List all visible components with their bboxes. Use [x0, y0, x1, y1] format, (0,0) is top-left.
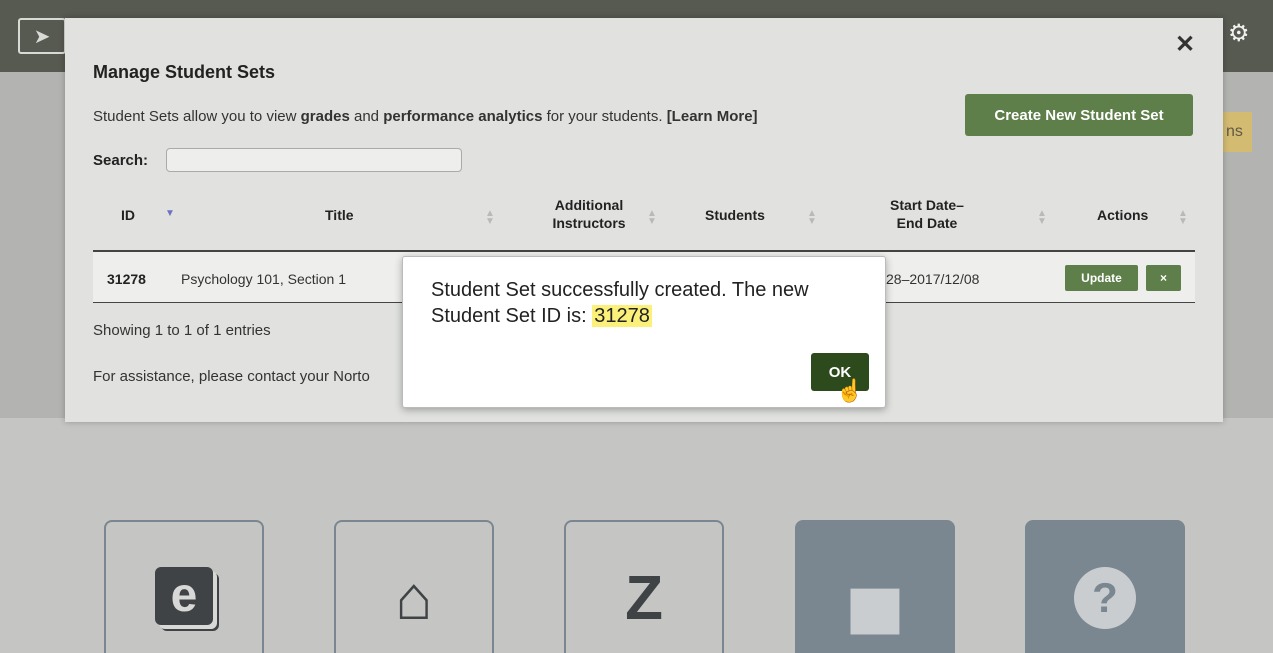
sort-icon[interactable]: ▲ ▼	[1178, 209, 1188, 227]
tile-robot[interactable]: ⌂	[334, 520, 494, 653]
hand-cursor-icon: ☝	[836, 378, 864, 403]
search-input[interactable]	[166, 148, 462, 172]
column-header-additional-instructors[interactable]: Additional Instructors	[539, 196, 639, 232]
column-header-dates[interactable]: Start Date– End Date	[877, 196, 977, 232]
robot-icon: ⌂	[395, 564, 433, 633]
ebook-icon: e	[155, 567, 213, 625]
close-icon[interactable]: ✕	[1175, 30, 1195, 59]
modal-title: Manage Student Sets	[93, 62, 276, 82]
z-logo-icon: Z	[625, 564, 663, 633]
cell-title: Psychology 101, Section 1	[181, 271, 346, 287]
cell-dates: 28–2017/12/08	[886, 271, 980, 287]
column-header-actions[interactable]: Actions	[1097, 206, 1148, 224]
column-header-id[interactable]: ID	[121, 206, 135, 224]
new-set-id: 31278	[592, 305, 652, 327]
column-header-students[interactable]: Students	[705, 206, 765, 224]
sort-icon[interactable]: ▲ ▼	[1037, 209, 1047, 227]
sort-icon[interactable]: ▲ ▼	[807, 209, 817, 227]
entries-count: Showing 1 to 1 of 1 entries	[93, 322, 271, 339]
delete-button[interactable]: ×	[1146, 265, 1181, 291]
assistance-text: For assistance, please contact your Nort…	[93, 368, 370, 385]
column-header-title[interactable]: Title	[325, 206, 354, 224]
success-dialog: Student Set successfully created. The ne…	[402, 256, 886, 408]
create-new-student-set-button[interactable]: Create New Student Set	[965, 94, 1193, 136]
logo-icon[interactable]: ➤	[18, 18, 66, 54]
sort-icon[interactable]: ▲ ▼	[485, 209, 495, 227]
bar-chart-icon: ▅	[851, 564, 899, 633]
tile-z-logo[interactable]: Z	[564, 520, 724, 653]
tile-ebook[interactable]: e	[104, 520, 264, 653]
sort-desc-icon[interactable]: ▼	[165, 209, 175, 219]
update-button[interactable]: Update	[1065, 265, 1138, 291]
sort-icon[interactable]: ▲ ▼	[647, 209, 657, 227]
tile-analytics[interactable]: ▅	[795, 520, 955, 653]
learn-more-link[interactable]: [Learn More]	[667, 108, 758, 125]
help-icon: ?	[1074, 567, 1136, 629]
intro-text: Student Sets allow you to view grades an…	[93, 108, 758, 125]
tile-help[interactable]: ?	[1025, 520, 1185, 653]
gear-icon[interactable]: ⚙	[1228, 22, 1250, 46]
search-label: Search:	[93, 152, 149, 169]
dialog-message: Student Set successfully created. The ne…	[431, 279, 809, 327]
cell-id: 31278	[107, 271, 146, 287]
